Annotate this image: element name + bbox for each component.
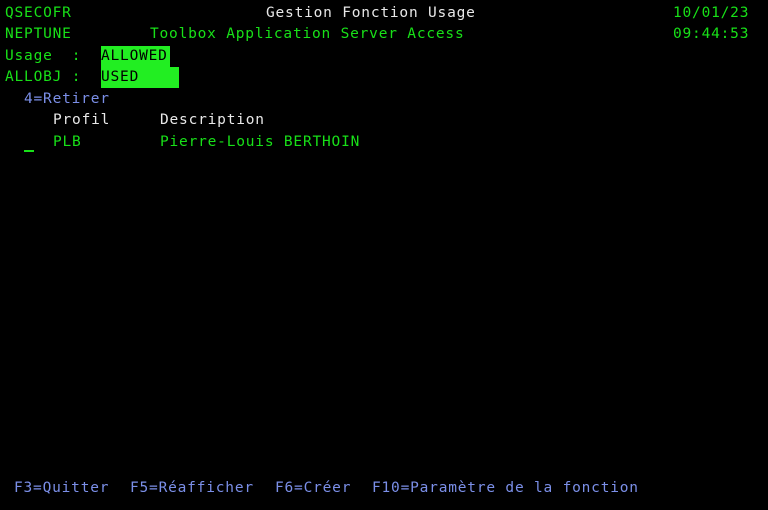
row-description: Pierre-Louis BERTHOIN [160, 134, 361, 150]
column-header-profil: Profil [53, 112, 111, 128]
option-input-field[interactable] [24, 150, 34, 152]
user-id: QSECOFR [5, 5, 72, 21]
f10-function-settings-key[interactable]: F10=Paramètre de la fonction [372, 478, 639, 500]
usage-value: ALLOWED [101, 48, 168, 64]
allobj-label: ALLOBJ : [5, 69, 82, 85]
system-name: NEPTUNE [5, 26, 72, 42]
option-retirer: 4=Retirer [24, 91, 110, 107]
column-header-description: Description [160, 112, 265, 128]
function-name: Toolbox Application Server Access [150, 26, 465, 42]
date: 10/01/23 [673, 5, 750, 21]
allobj-field[interactable]: USED [101, 67, 179, 88]
time: 09:44:53 [673, 26, 750, 42]
usage-field[interactable]: ALLOWED [101, 46, 170, 67]
screen-title: Gestion Fonction Usage [266, 5, 476, 21]
f5-refresh-key[interactable]: F5=Réafficher [130, 478, 254, 500]
row-profil: PLB [53, 134, 82, 150]
f6-create-key[interactable]: F6=Créer [275, 478, 351, 500]
allobj-value: USED [101, 69, 140, 85]
terminal-screen: QSECOFR Gestion Fonction Usage 10/01/23 … [0, 0, 768, 510]
usage-label: Usage : [5, 48, 82, 64]
f3-quit-key[interactable]: F3=Quitter [14, 478, 109, 500]
